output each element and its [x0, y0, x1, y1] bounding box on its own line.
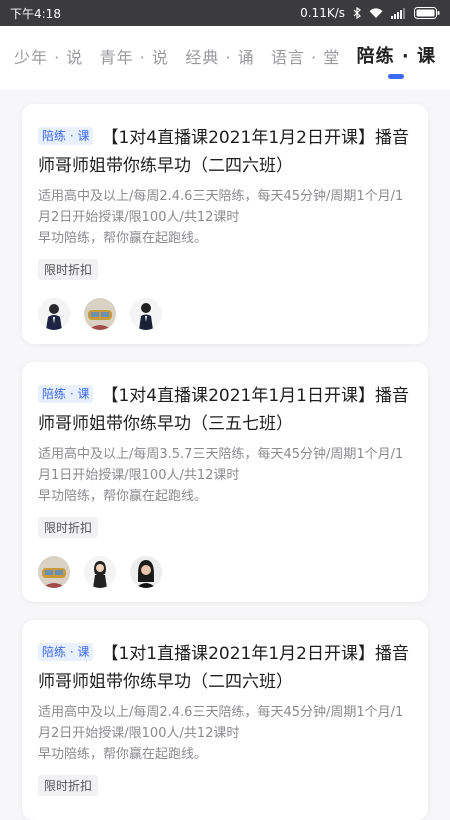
course-description-line: 适用高中及以上/每周2.4.6三天陪练，每天45分钟/周期1个月/1月2日开始授… — [38, 189, 404, 225]
course-card[interactable]: 陪练 · 课【1对4直播课2021年1月2日开课】播音师哥师姐带你练早功（二四六… — [22, 104, 428, 344]
tab-jingdian[interactable]: 经典 · 诵 — [185, 44, 254, 68]
course-title: 陪练 · 课【1对1直播课2021年1月2日开课】播音师哥师姐带你练早功（二四六… — [38, 640, 412, 696]
active-tab-indicator — [388, 74, 405, 79]
teacher-avatar[interactable] — [38, 556, 70, 588]
course-description: 适用高中及以上/每周2.4.6三天陪练，每天45分钟/周期1个月/1月2日开始授… — [38, 186, 412, 249]
teacher-avatars — [38, 298, 412, 330]
course-badge: 陪练 · 课 — [38, 643, 94, 661]
status-time: 下午4:18 — [10, 6, 61, 21]
course-slogan: 早功陪练，帮你赢在起跑线。 — [38, 747, 208, 762]
teacher-avatar[interactable] — [38, 298, 70, 330]
teacher-avatar[interactable] — [84, 556, 116, 588]
teacher-avatars — [38, 556, 412, 588]
status-bar: 下午4:18 0.11K/s — [0, 0, 450, 26]
tab-yuyan[interactable]: 语言 · 堂 — [271, 44, 340, 68]
battery-icon — [414, 7, 440, 19]
discount-tag: 限时折扣 — [38, 517, 99, 538]
discount-tag: 限时折扣 — [38, 775, 99, 796]
course-card[interactable]: 陪练 · 课【1对4直播课2021年1月1日开课】播音师哥师姐带你练早功（三五七… — [22, 362, 428, 602]
category-tabs: 少年 · 说 青年 · 说 经典 · 诵 语言 · 堂 陪练 · 课 — [0, 26, 450, 90]
wifi-icon — [369, 7, 383, 19]
course-slogan: 早功陪练，帮你赢在起跑线。 — [38, 231, 208, 246]
bluetooth-icon — [353, 7, 361, 19]
signal-icon — [391, 7, 406, 19]
teacher-avatar[interactable] — [130, 556, 162, 588]
teacher-avatar[interactable] — [130, 298, 162, 330]
tab-shaonian[interactable]: 少年 · 说 — [14, 44, 83, 68]
discount-tag: 限时折扣 — [38, 259, 99, 280]
course-description-line: 适用高中及以上/每周3.5.7三天陪练，每天45分钟/周期1个月/1月1日开始授… — [38, 447, 404, 483]
tab-peilian-label: 陪练 · 课 — [356, 46, 436, 67]
course-title-text: 【1对1直播课2021年1月2日开课】播音师哥师姐带你练早功（二四六班） — [38, 644, 409, 692]
course-badge: 陪练 · 课 — [38, 385, 94, 403]
status-icons: 0.11K/s — [300, 6, 440, 20]
net-speed: 0.11K/s — [300, 6, 345, 20]
course-slogan: 早功陪练，帮你赢在起跑线。 — [38, 489, 208, 504]
tab-qingnian[interactable]: 青年 · 说 — [100, 44, 169, 68]
course-card[interactable]: 陪练 · 课【1对1直播课2021年1月2日开课】播音师哥师姐带你练早功（二四六… — [22, 620, 428, 820]
course-title-text: 【1对4直播课2021年1月1日开课】播音师哥师姐带你练早功（三五七班） — [38, 386, 409, 434]
teacher-avatar[interactable] — [84, 298, 116, 330]
course-badge: 陪练 · 课 — [38, 127, 94, 145]
course-title-text: 【1对4直播课2021年1月2日开课】播音师哥师姐带你练早功（二四六班） — [38, 128, 409, 176]
course-description: 适用高中及以上/每周3.5.7三天陪练，每天45分钟/周期1个月/1月1日开始授… — [38, 444, 412, 507]
tab-peilian[interactable]: 陪练 · 课 — [356, 42, 436, 79]
course-description-line: 适用高中及以上/每周2.4.6三天陪练，每天45分钟/周期1个月/1月2日开始授… — [38, 705, 404, 741]
course-title: 陪练 · 课【1对4直播课2021年1月1日开课】播音师哥师姐带你练早功（三五七… — [38, 382, 412, 438]
course-title: 陪练 · 课【1对4直播课2021年1月2日开课】播音师哥师姐带你练早功（二四六… — [38, 124, 412, 180]
course-description: 适用高中及以上/每周2.4.6三天陪练，每天45分钟/周期1个月/1月2日开始授… — [38, 702, 412, 765]
